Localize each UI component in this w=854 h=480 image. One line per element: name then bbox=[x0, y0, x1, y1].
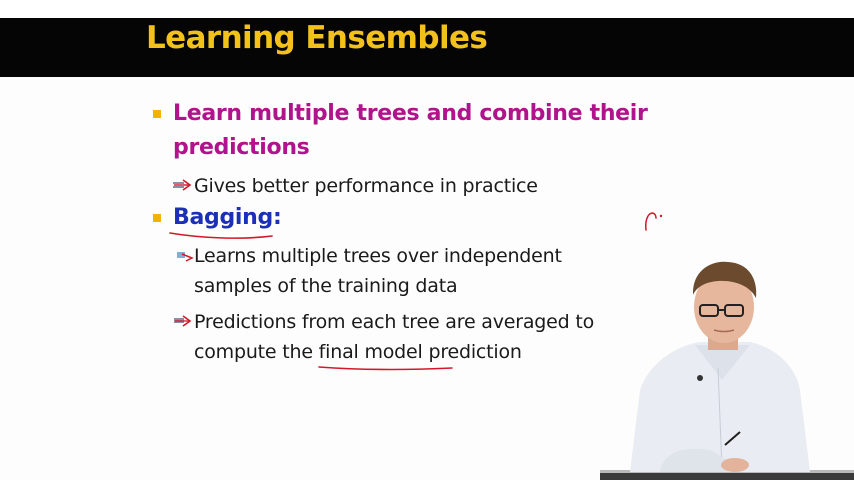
arrow-bullet-icon bbox=[174, 315, 192, 327]
ink-scribble bbox=[645, 212, 657, 231]
sub-bullet-2-1-line-2: samples of the training data bbox=[194, 275, 458, 297]
sub-bullet-2-2-line-1: Predictions from each tree are averaged … bbox=[194, 311, 595, 333]
top-margin bbox=[0, 0, 854, 18]
bullet-2-label: Bagging: bbox=[173, 205, 282, 230]
slide-title: Learning Ensembles bbox=[146, 20, 488, 56]
presenter-video bbox=[600, 261, 854, 480]
arrow-bullet-icon bbox=[173, 179, 192, 191]
bullet-square-icon bbox=[153, 214, 161, 222]
sub-bullet-2-2-line-2: compute the final model prediction bbox=[194, 341, 522, 363]
bullet-square-icon bbox=[153, 110, 161, 118]
sub-bullet-2-1-line-1: Learns multiple trees over independent bbox=[194, 245, 562, 267]
final-model-underline bbox=[318, 366, 453, 371]
lecture-video-frame: Learning Ensembles Learn multiple trees … bbox=[0, 0, 854, 480]
sub-bullet-1-1: Gives better performance in practice bbox=[194, 175, 538, 197]
arrow-bullet-icon bbox=[177, 252, 194, 262]
bullet-1-line-1: Learn multiple trees and combine their bbox=[173, 101, 648, 126]
bullet-1-line-2: predictions bbox=[173, 135, 310, 160]
